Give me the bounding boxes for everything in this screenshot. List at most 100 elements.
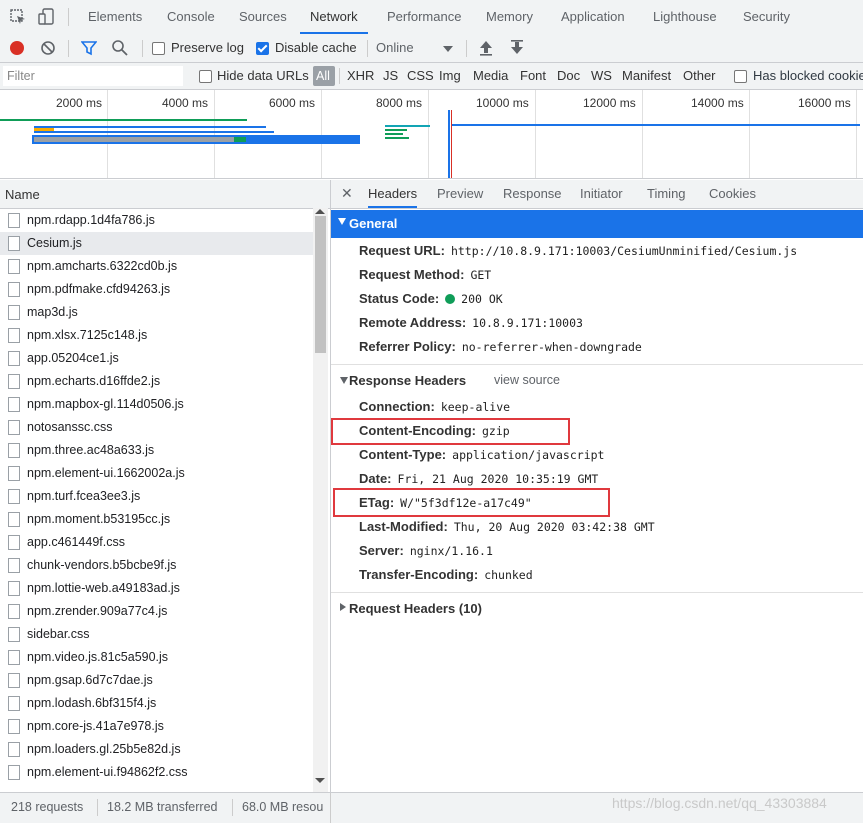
tab-network[interactable]: Network bbox=[300, 0, 368, 34]
request-row[interactable]: npm.pdfmake.cfd94263.js bbox=[0, 278, 313, 301]
file-icon bbox=[8, 535, 20, 550]
tick-label: 16000 ms bbox=[798, 96, 851, 110]
header-key: Referrer Policy: bbox=[359, 339, 456, 354]
general-section-header[interactable]: General bbox=[331, 210, 863, 238]
import-har-icon[interactable] bbox=[478, 39, 494, 56]
highlight-box-content-encoding bbox=[331, 418, 570, 445]
request-row[interactable]: notosanssc.css bbox=[0, 416, 313, 439]
scrollbar-thumb[interactable] bbox=[315, 216, 326, 353]
type-filter-img[interactable]: Img bbox=[439, 68, 461, 83]
request-row[interactable]: npm.echarts.d16ffde2.js bbox=[0, 370, 313, 393]
request-row[interactable]: npm.mapbox-gl.114d0506.js bbox=[0, 393, 313, 416]
tab-application[interactable]: Application bbox=[561, 0, 625, 34]
triangle-right-icon[interactable] bbox=[340, 603, 346, 611]
response-headers-title[interactable]: Response Headers bbox=[349, 373, 466, 388]
type-filter-all[interactable]: All bbox=[313, 66, 335, 86]
request-row[interactable]: npm.video.js.81c5a590.js bbox=[0, 646, 313, 669]
file-icon bbox=[8, 696, 20, 711]
request-row[interactable]: app.c461449f.css bbox=[0, 531, 313, 554]
request-headers-title[interactable]: Request Headers (10) bbox=[349, 601, 482, 616]
request-row[interactable]: chunk-vendors.b5bcbe9f.js bbox=[0, 554, 313, 577]
header-key: Remote Address: bbox=[359, 315, 467, 330]
type-filter-manifest[interactable]: Manifest bbox=[622, 68, 671, 83]
view-source-link[interactable]: view source bbox=[494, 373, 560, 387]
request-row[interactable]: Cesium.js bbox=[0, 232, 313, 255]
tab-memory[interactable]: Memory bbox=[486, 0, 533, 34]
tab-sources[interactable]: Sources bbox=[239, 0, 287, 34]
request-row[interactable]: map3d.js bbox=[0, 301, 313, 324]
type-filter-ws[interactable]: WS bbox=[591, 68, 612, 83]
type-filter-css[interactable]: CSS bbox=[407, 68, 434, 83]
type-filter-font[interactable]: Font bbox=[520, 68, 546, 83]
request-name: npm.xlsx.7125c148.js bbox=[27, 328, 148, 342]
close-icon[interactable]: ✕ bbox=[341, 185, 353, 202]
hide-data-urls-checkbox[interactable] bbox=[199, 70, 212, 83]
header-key: Last-Modified: bbox=[359, 519, 448, 534]
scroll-down-icon[interactable] bbox=[315, 778, 325, 783]
tab-timing[interactable]: Timing bbox=[647, 186, 686, 201]
type-filter-doc[interactable]: Doc bbox=[557, 68, 580, 83]
request-row[interactable]: npm.three.ac48a633.js bbox=[0, 439, 313, 462]
waterfall-bar bbox=[34, 137, 234, 142]
request-name: npm.video.js.81c5a590.js bbox=[27, 650, 169, 664]
request-row[interactable]: npm.rdapp.1d4fa786.js bbox=[0, 209, 313, 232]
request-row[interactable]: app.05204ce1.js bbox=[0, 347, 313, 370]
tab-initiator[interactable]: Initiator bbox=[580, 186, 623, 201]
filter-input[interactable]: Filter bbox=[3, 66, 183, 86]
request-row[interactable]: npm.lottie-web.a49183ad.js bbox=[0, 577, 313, 600]
export-har-icon[interactable] bbox=[509, 39, 525, 56]
tab-preview[interactable]: Preview bbox=[437, 186, 483, 201]
search-icon[interactable] bbox=[111, 39, 128, 56]
file-icon bbox=[8, 673, 20, 688]
record-icon[interactable] bbox=[10, 41, 24, 55]
preserve-log-checkbox[interactable] bbox=[152, 42, 165, 55]
type-filter-xhr[interactable]: XHR bbox=[347, 68, 374, 83]
request-list: Name npm.rdapp.1d4fa786.js Cesium.js npm.a… bbox=[0, 180, 331, 792]
response-header-row: Transfer-Encoding: chunked bbox=[359, 567, 533, 582]
file-icon bbox=[8, 512, 20, 527]
type-filter-media[interactable]: Media bbox=[473, 68, 508, 83]
request-name: npm.gsap.6d7c7dae.js bbox=[27, 673, 153, 687]
request-row[interactable]: npm.gsap.6d7c7dae.js bbox=[0, 669, 313, 692]
waterfall-bar bbox=[452, 124, 860, 126]
tab-performance[interactable]: Performance bbox=[387, 0, 461, 34]
request-row[interactable]: npm.zrender.909a77c4.js bbox=[0, 600, 313, 623]
request-row[interactable]: npm.amcharts.6322cd0b.js bbox=[0, 255, 313, 278]
general-row: Request Method: GET bbox=[359, 267, 491, 282]
tick-label: 4000 ms bbox=[162, 96, 209, 110]
clear-icon[interactable] bbox=[40, 40, 56, 56]
request-row[interactable]: npm.element-ui.1662002a.js bbox=[0, 462, 313, 485]
response-header-row: Last-Modified: Thu, 20 Aug 2020 03:42:38 … bbox=[359, 519, 655, 534]
request-row[interactable]: npm.moment.b53195cc.js bbox=[0, 508, 313, 531]
throttling-select[interactable]: Online bbox=[376, 40, 414, 55]
inspect-element-icon[interactable] bbox=[10, 9, 26, 25]
request-row[interactable]: npm.loaders.gl.25b5e82d.js bbox=[0, 738, 313, 761]
request-row[interactable]: npm.xlsx.7125c148.js bbox=[0, 324, 313, 347]
request-row[interactable]: sidebar.css bbox=[0, 623, 313, 646]
tab-security[interactable]: Security bbox=[743, 0, 790, 34]
type-filter-js[interactable]: JS bbox=[383, 68, 398, 83]
triangle-down-icon[interactable] bbox=[340, 377, 348, 384]
request-row[interactable]: npm.core-js.41a7e978.js bbox=[0, 715, 313, 738]
request-row[interactable]: npm.element-ui.f94862f2.css bbox=[0, 761, 313, 784]
device-toolbar-icon[interactable] bbox=[38, 8, 56, 26]
file-icon bbox=[8, 282, 20, 297]
name-column-header[interactable]: Name bbox=[0, 180, 330, 209]
disable-cache-checkbox[interactable] bbox=[256, 42, 269, 55]
type-filter-other[interactable]: Other bbox=[683, 68, 716, 83]
status-ok-dot-icon bbox=[445, 294, 456, 304]
request-row[interactable]: npm.lodash.6bf315f4.js bbox=[0, 692, 313, 715]
tick-label: 12000 ms bbox=[583, 96, 636, 110]
tab-elements[interactable]: Elements bbox=[88, 0, 142, 34]
request-row[interactable]: npm.turf.fcea3ee3.js bbox=[0, 485, 313, 508]
tab-console[interactable]: Console bbox=[167, 0, 215, 34]
tab-headers[interactable]: Headers bbox=[368, 186, 418, 208]
network-overview[interactable]: 2000 ms 4000 ms 6000 ms 8000 ms 10000 ms… bbox=[0, 90, 863, 179]
tab-cookies[interactable]: Cookies bbox=[709, 186, 756, 201]
tab-lighthouse[interactable]: Lighthouse bbox=[653, 0, 717, 34]
scroll-up-icon[interactable] bbox=[315, 209, 325, 214]
has-blocked-cookies-checkbox[interactable] bbox=[734, 70, 747, 83]
tab-response[interactable]: Response bbox=[503, 186, 562, 201]
filter-icon[interactable] bbox=[81, 40, 97, 56]
chevron-down-icon[interactable] bbox=[443, 46, 453, 52]
